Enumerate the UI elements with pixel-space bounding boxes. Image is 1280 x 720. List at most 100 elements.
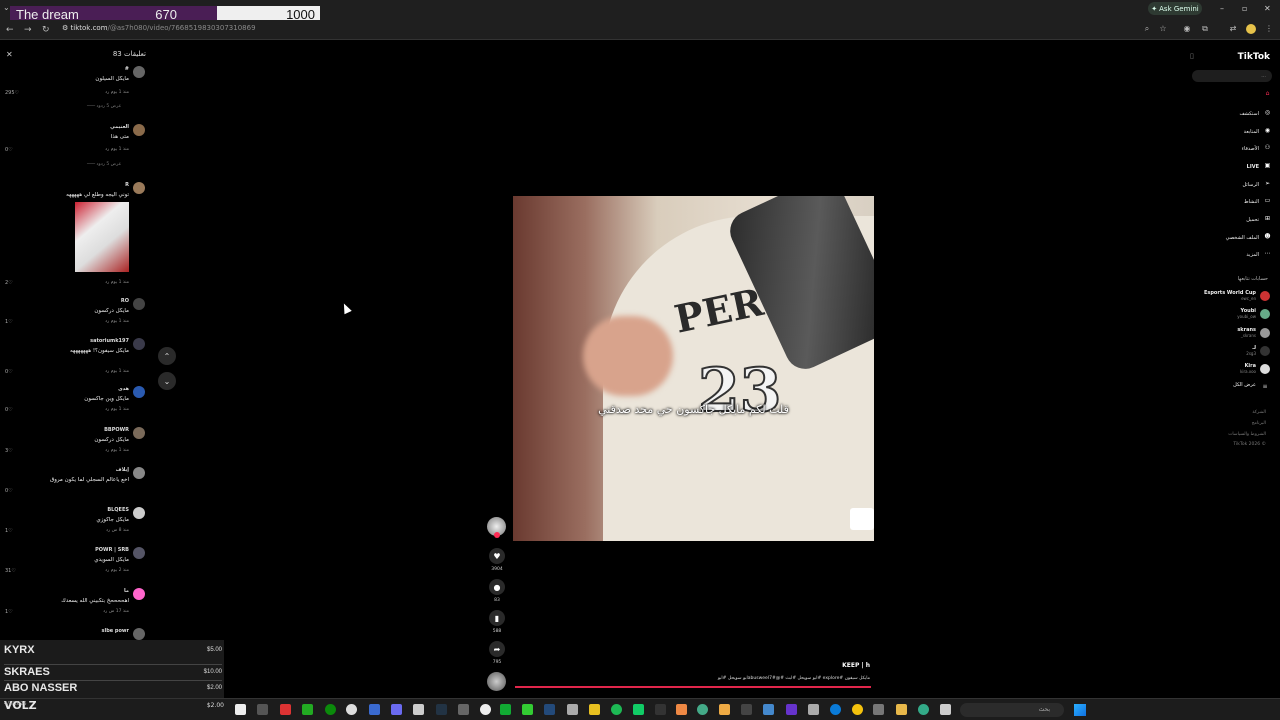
taskbar-app-icon[interactable] [808,704,819,715]
comment-meta[interactable]: منذ 1 يوم رد [105,280,129,285]
reload-icon[interactable]: ↻ [42,25,50,35]
edge-icon[interactable] [830,704,841,715]
collapse-sidebar-icon[interactable]: ▯ [1190,52,1194,60]
bookmark-icon[interactable]: ▮ [489,610,505,626]
footer-terms-link[interactable]: الشروط والسياسات [1228,432,1266,437]
comment-like-button[interactable]: 31♡ [5,568,16,574]
taskbar-app-icon[interactable] [676,704,687,715]
extension-icon[interactable]: ◉ [1182,24,1192,34]
comment-author[interactable]: POWR | SRB [95,547,129,553]
heart-icon[interactable]: ♥ [489,548,505,564]
avatar[interactable] [133,386,145,398]
comment-like-button[interactable]: 0♡ [5,407,13,413]
comment-meta[interactable]: منذ 17 س رد [103,609,129,614]
see-all-accounts[interactable]: ≡ عرض الكل [1186,381,1270,395]
view-replies-link[interactable]: عرض 5 ردود ─── [87,162,121,167]
comment-author[interactable]: R [125,182,129,188]
comment-like-button[interactable]: 0♡ [5,147,13,153]
avatar[interactable] [133,588,145,600]
taskbar-app-icon[interactable] [480,704,491,715]
comment-meta[interactable]: منذ 1 يوم رد [105,147,129,152]
avatar[interactable] [133,124,145,136]
avatar[interactable] [133,182,145,194]
minimize-icon[interactable]: – [1220,4,1224,13]
taskbar-app-icon[interactable] [655,704,666,715]
xbox-icon[interactable] [325,704,336,715]
tab-groups-icon[interactable]: ⇄ [1228,24,1238,34]
zoom-icon[interactable]: ⌕ [1142,24,1152,34]
comment-image[interactable] [75,202,129,272]
previous-video-button[interactable]: ⌃ [158,347,176,365]
followed-account[interactable]: لـ 2sg3 [1186,344,1270,358]
taskbar-search-input[interactable]: بحث [960,703,1064,717]
nav-profile[interactable]: ☻ الملف الشخصي [1226,233,1272,242]
comment-meta[interactable]: منذ 2 يوم رد [105,568,129,573]
taskbar-app-icon[interactable] [852,704,863,715]
video-progress-bar[interactable] [515,686,871,688]
profile-avatar-icon[interactable] [1246,24,1256,34]
comment-like-button[interactable]: 3♡ [5,448,13,454]
next-video-button[interactable]: ⌄ [158,372,176,390]
forward-icon[interactable]: → [24,25,32,35]
taskbar-app-icon[interactable] [302,704,313,715]
close-comments-icon[interactable]: ✕ [6,50,13,59]
steam-icon[interactable] [544,704,555,715]
video-player[interactable]: PERFECT 23 قلت لكم مايكل جاكسون حي محد ص… [513,196,874,541]
comment-meta[interactable]: منذ 1 يوم رد [105,369,129,374]
taskbar-app-icon[interactable] [458,704,469,715]
taskbar-app-icon[interactable] [346,704,357,715]
taskbar-app-icon[interactable] [369,704,380,715]
chrome-icon[interactable] [697,704,708,715]
bookmark-star-icon[interactable]: ☆ [1158,24,1168,34]
save-action[interactable]: ▮ 588 [487,610,507,634]
comment-like-button[interactable]: 0♡ [5,369,13,375]
footer-program-link[interactable]: البرنامج [1252,421,1266,426]
taskbar-app-icon[interactable] [589,704,600,715]
taskbar-app-icon[interactable] [873,704,884,715]
nav-upload[interactable]: ⊞ تحميل [1246,215,1272,224]
taskbar-app-icon[interactable] [413,704,424,715]
nav-home[interactable]: ⌂ [1259,90,1272,99]
share-arrow-icon[interactable]: ➦ [489,641,505,657]
like-action[interactable]: ♥ 3904 [487,548,507,572]
taskbar-app-icon[interactable] [633,704,644,715]
comment-author[interactable]: RO [121,298,129,304]
avatar[interactable] [133,338,145,350]
comment-meta[interactable]: منذ 8 س رد [106,528,129,533]
comment-author[interactable]: العنيمي [110,124,129,130]
comment-meta[interactable]: منذ 1 يوم رد [105,90,129,95]
taskbar-app-icon[interactable] [918,704,929,715]
taskbar-app-icon[interactable] [940,704,951,715]
video-author-name[interactable]: KEEP | h [842,662,870,669]
nav-following[interactable]: ◉ المتابعة [1244,127,1272,136]
followed-account[interactable]: skrans _skrans [1186,326,1270,340]
close-window-icon[interactable]: ✕ [1264,4,1271,13]
comment-meta[interactable]: منذ 1 يوم رد [105,448,129,453]
address-bar[interactable]: ⚙ tiktok.com/@as7h080/video/766851983030… [62,24,256,32]
followed-account[interactable]: Youbi youbi_ow [1186,307,1270,321]
comment-action[interactable]: ● 83 [487,579,507,603]
back-icon[interactable]: ← [6,25,14,35]
comment-author[interactable]: BLQEES [107,507,129,513]
taskbar-app-icon[interactable] [235,704,246,715]
comment-author[interactable]: satoriumk197 [90,338,129,344]
comment-meta[interactable]: منذ 1 يوم رد [105,319,129,324]
comment-author[interactable]: إيلاف [116,467,129,473]
avatar[interactable] [133,507,145,519]
comment-like-button[interactable]: 1♡ [5,319,13,325]
spotify-icon[interactable] [611,704,622,715]
footer-company-link[interactable]: الشركة [1252,410,1266,415]
comment-author[interactable]: # [125,66,129,72]
tab-search-icon[interactable]: ⌄ [3,3,10,12]
taskbar-app-icon[interactable] [763,704,774,715]
nav-messages[interactable]: ➢ الرسائل [1242,180,1272,189]
taskbar-app-icon[interactable] [280,704,291,715]
play-icon[interactable] [522,704,533,715]
taskbar-app-icon[interactable] [500,704,511,715]
followed-account[interactable]: Esports World Cup ewc_en [1186,289,1270,303]
taskbar-app-icon[interactable] [786,704,797,715]
nav-friends[interactable]: ⚇ الأصدقاء [1242,144,1272,153]
search-input[interactable]: ... [1192,70,1272,82]
extensions-puzzle-icon[interactable]: ⧉ [1200,24,1210,34]
comment-author[interactable]: هدى [118,386,129,392]
